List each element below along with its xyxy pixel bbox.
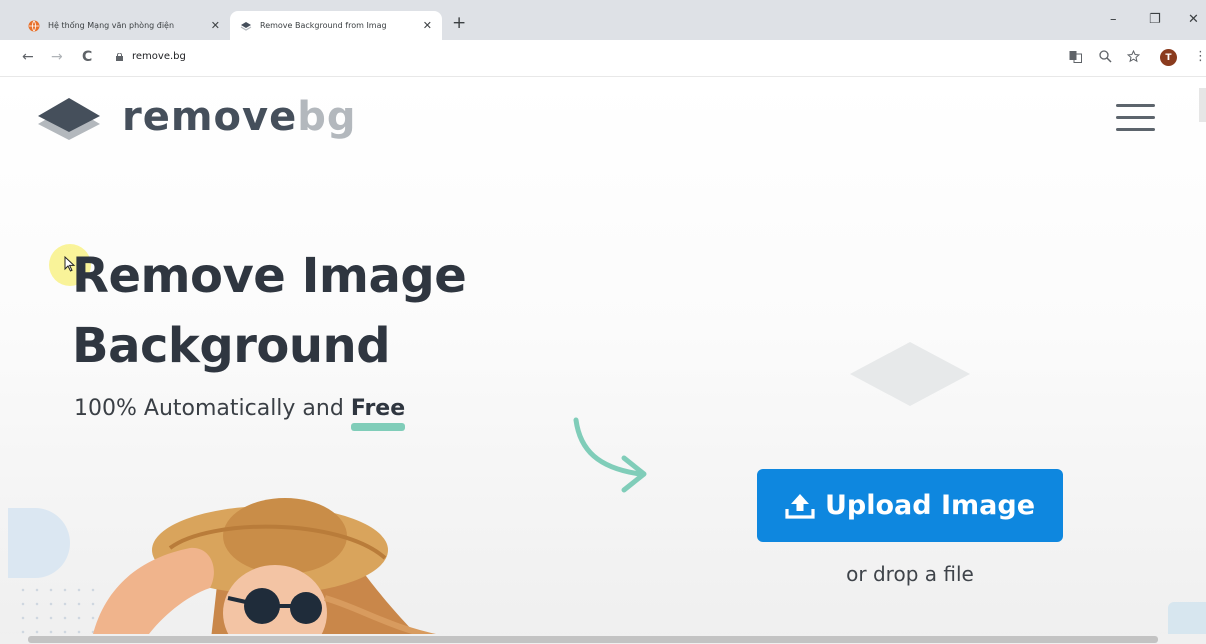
logo-word-bg: bg: [297, 94, 357, 140]
removebg-layers-icon: [240, 21, 252, 31]
restore-icon[interactable]: ❐: [1149, 12, 1161, 27]
tab-close-icon[interactable]: ✕: [423, 19, 432, 32]
subheadline-text: 100% Automatically and: [74, 396, 344, 421]
subheadline-free: Free: [350, 396, 406, 421]
lock-icon: [116, 53, 123, 61]
zoom-icon[interactable]: [1099, 50, 1112, 63]
forward-icon[interactable]: →: [51, 49, 63, 65]
curved-arrow-icon: [573, 417, 647, 493]
tab-title: Remove Background from Imag: [260, 21, 387, 30]
browser-menu-icon[interactable]: ⋮: [1194, 49, 1206, 64]
browser-toolbar: ← → C remove.bg T ⋮: [0, 40, 1206, 77]
address-bar[interactable]: remove.bg: [132, 51, 186, 62]
logo-word-remove: remove: [122, 94, 298, 140]
headline-line-2: Background: [72, 318, 391, 374]
upload-icon: [785, 493, 815, 519]
back-icon[interactable]: ←: [22, 49, 34, 65]
browser-tabstrip: Hệ thống Mạng văn phòng điện ✕ Remove Ba…: [0, 0, 1206, 40]
sample-photo-woman-hat: [90, 498, 441, 644]
hamburger-icon[interactable]: [1116, 104, 1155, 132]
decorative-diamond-icon: [850, 342, 970, 406]
tab-close-icon[interactable]: ✕: [211, 19, 220, 32]
subheadline: 100% Automatically and Free: [74, 396, 405, 421]
minimize-icon[interactable]: –: [1110, 12, 1117, 27]
profile-avatar[interactable]: T: [1160, 49, 1177, 66]
vertical-scrollbar[interactable]: [1199, 88, 1206, 122]
window-close-icon[interactable]: ✕: [1188, 12, 1199, 27]
tab-removebg[interactable]: Remove Background from Imag ✕: [230, 11, 442, 40]
logo-wordmark[interactable]: removebg: [122, 94, 356, 140]
removebg-logo-icon[interactable]: [34, 96, 104, 142]
drop-file-hint: or drop a file: [846, 562, 974, 586]
removebg-page: removebg Remove Image Background 100% Au…: [0, 78, 1206, 644]
orange-globe-icon: [28, 20, 40, 31]
upload-button-label: Upload Image: [824, 490, 1036, 521]
star-icon[interactable]: [1127, 50, 1140, 63]
tab-he-thong[interactable]: Hệ thống Mạng văn phòng điện ✕: [18, 11, 230, 40]
headline-line-1: Remove Image: [72, 248, 467, 304]
scrollbar-thumb[interactable]: [28, 636, 1158, 643]
upload-image-button[interactable]: Upload Image: [757, 469, 1063, 542]
reload-icon[interactable]: C: [82, 49, 92, 65]
new-tab-button[interactable]: +: [452, 13, 466, 33]
tab-title: Hệ thống Mạng văn phòng điện: [48, 21, 175, 30]
horizontal-scrollbar[interactable]: [0, 634, 1206, 644]
decorative-blob: [8, 508, 70, 578]
page-title: Remove Image Background: [72, 241, 467, 381]
translate-icon[interactable]: [1069, 50, 1082, 63]
